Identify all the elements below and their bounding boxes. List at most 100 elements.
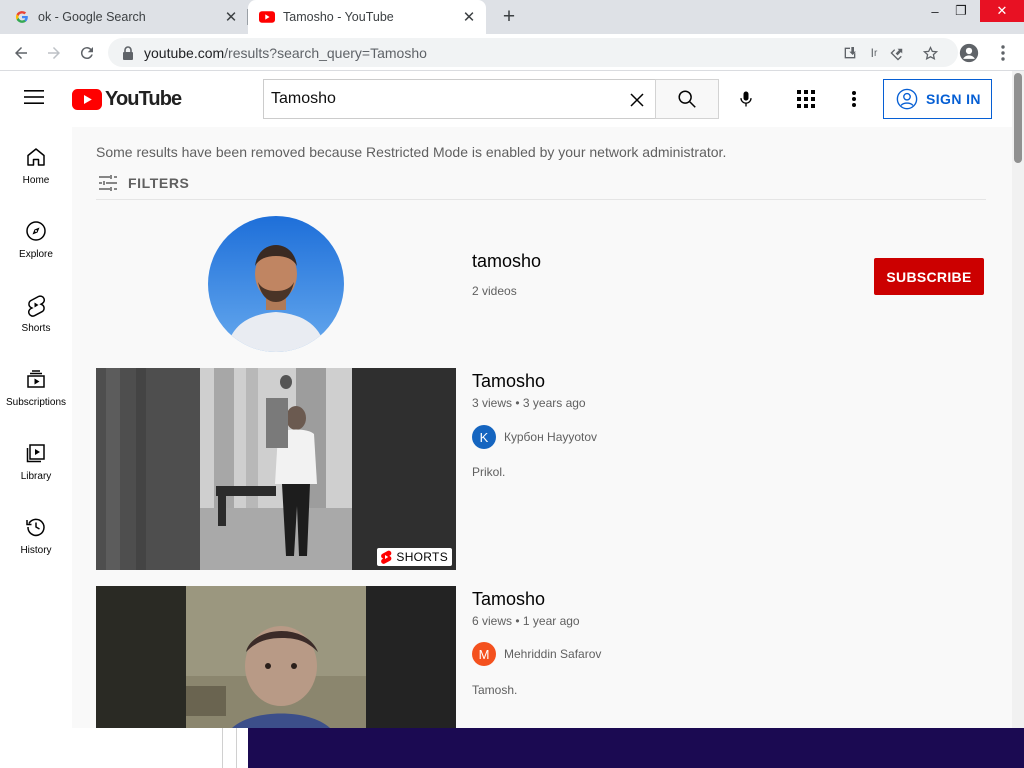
youtube-favicon-icon: [259, 9, 275, 25]
channel-avatar[interactable]: [208, 216, 344, 352]
guide-label: Home: [22, 175, 50, 186]
guide-menu-button[interactable]: [24, 89, 48, 109]
video-description: Tamosh.: [472, 683, 518, 697]
history-icon: [26, 518, 45, 537]
channel-video-count: 2 videos: [472, 284, 517, 298]
tab-title: Tamosho - YouTube: [283, 10, 394, 24]
channel-name: Курбон Hayyotov: [504, 430, 598, 444]
apps-grid-icon: [797, 90, 815, 108]
guide-label: Subscriptions: [5, 397, 67, 408]
profile-button[interactable]: [956, 40, 982, 66]
new-tab-button[interactable]: +: [498, 5, 520, 28]
youtube-play-logo-icon: [72, 88, 102, 110]
shorts-logo-icon: [381, 550, 392, 564]
lock-icon: [123, 45, 133, 60]
shorts-badge: SHORTS: [377, 548, 452, 566]
video-channel[interactable]: M Mehriddin Safarov: [472, 642, 601, 666]
url-path: /results?search_query=Tamosho: [224, 44, 427, 61]
guide-item-shorts[interactable]: Shorts: [0, 279, 72, 353]
browser-window: ok - Google Search ✕ Tamosho - YouTube ✕…: [0, 0, 1024, 768]
guide-item-library[interactable]: Library: [0, 427, 72, 501]
shorts-badge-label: SHORTS: [396, 550, 448, 564]
library-icon: [26, 444, 45, 463]
channel-name[interactable]: tamosho: [472, 251, 541, 272]
search-button[interactable]: [655, 79, 719, 119]
bottom-panel: [0, 728, 248, 768]
back-arrow-icon: [15, 47, 27, 59]
translate-icon[interactable]: Ir: [864, 43, 884, 63]
browser-menu-button[interactable]: [990, 40, 1016, 66]
settings-menu-button[interactable]: [842, 87, 866, 111]
guide-label: Library: [20, 471, 52, 482]
address-bar[interactable]: youtube.com/results?search_query=Tamosho…: [108, 38, 958, 67]
filters-button[interactable]: FILTERS: [96, 171, 190, 195]
logo-text: YouTube: [105, 87, 182, 110]
youtube-apps-button[interactable]: [794, 87, 818, 111]
search-results: Some results have been removed because R…: [72, 127, 1012, 728]
url-host: youtube.com: [144, 44, 225, 61]
youtube-logo[interactable]: YouTube: [72, 87, 182, 111]
explore-icon: [26, 221, 46, 241]
guide-label: Shorts: [21, 323, 51, 334]
video-thumbnail[interactable]: SHORTS: [96, 368, 456, 570]
bookmark-star-icon[interactable]: [920, 43, 940, 63]
guide-item-home[interactable]: Home: [0, 131, 72, 205]
guide-label: History: [20, 545, 52, 556]
guide-item-history[interactable]: History: [0, 501, 72, 575]
forward-button[interactable]: [41, 40, 67, 66]
channel-avatar-small: M: [472, 642, 496, 666]
tab-title: ok - Google Search: [38, 10, 146, 24]
video-meta: 3 views • 3 years ago: [472, 396, 586, 410]
channel-name: Mehriddin Safarov: [504, 647, 602, 661]
video-channel[interactable]: K Курбон Hayyotov: [472, 425, 597, 449]
home-icon: [27, 148, 45, 166]
reload-icon: [80, 47, 93, 60]
voice-search-button[interactable]: [730, 83, 762, 115]
subscribe-button[interactable]: SUBSCRIBE: [874, 258, 984, 295]
tab-google-search[interactable]: ok - Google Search ✕: [0, 0, 248, 34]
scrollbar-thumb[interactable]: [1014, 73, 1022, 163]
url-text: youtube.com/results?search_query=Tamosho: [144, 45, 427, 61]
video-description: Prikol.: [472, 465, 506, 479]
video-title[interactable]: Tamosho: [472, 371, 545, 392]
microphone-icon: [740, 91, 752, 107]
sign-in-button[interactable]: SIGN IN: [883, 79, 992, 119]
youtube-page: YouTube Tamosho SIGN IN Home Explore Sho…: [0, 71, 1024, 728]
profile-icon: [959, 43, 979, 63]
tab-strip: ok - Google Search ✕ Tamosho - YouTube ✕…: [0, 0, 1024, 34]
filter-sliders-icon: [99, 175, 117, 191]
guide-item-explore[interactable]: Explore: [0, 205, 72, 279]
page-scrollbar[interactable]: [1012, 71, 1024, 728]
close-window-button[interactable]: ✕: [980, 0, 1024, 22]
restricted-mode-notice: Some results have been removed because R…: [96, 144, 727, 160]
search-input[interactable]: [271, 90, 611, 108]
masthead: YouTube Tamosho SIGN IN: [0, 71, 1012, 127]
guide-item-subscriptions[interactable]: Subscriptions: [0, 353, 72, 427]
share-icon[interactable]: [888, 43, 908, 63]
hamburger-icon: [24, 90, 44, 104]
google-favicon-icon: [14, 9, 30, 25]
guide-label: Explore: [19, 249, 53, 260]
tab-close-icon[interactable]: ✕: [460, 8, 478, 26]
bottom-overlay: [248, 728, 1024, 768]
shorts-icon: [28, 295, 45, 317]
sign-in-label: SIGN IN: [926, 91, 981, 107]
forward-arrow-icon: [48, 47, 60, 59]
video-title[interactable]: Tamosho: [472, 589, 545, 610]
install-icon[interactable]: [840, 43, 860, 63]
restore-button[interactable]: ❐: [946, 0, 976, 22]
browser-toolbar: youtube.com/results?search_query=Tamosho…: [0, 34, 1024, 71]
clear-search-icon[interactable]: [626, 89, 648, 111]
divider: [222, 728, 223, 768]
divider: [96, 199, 986, 200]
kebab-menu-icon: [1001, 45, 1005, 61]
video-meta: 6 views • 1 year ago: [472, 614, 580, 628]
tab-youtube[interactable]: Tamosho - YouTube ✕: [248, 0, 486, 34]
reload-button[interactable]: [74, 40, 100, 66]
video-thumbnail[interactable]: [96, 586, 456, 728]
back-button[interactable]: [8, 40, 34, 66]
channel-avatar-small: K: [472, 425, 496, 449]
filters-label: FILTERS: [128, 175, 190, 191]
tab-close-icon[interactable]: ✕: [222, 8, 240, 26]
account-circle-icon: [896, 88, 918, 110]
